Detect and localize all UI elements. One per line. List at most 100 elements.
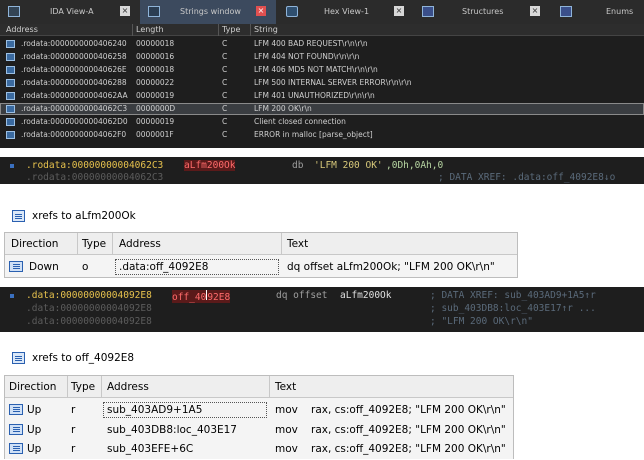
string-row[interactable]: .rodata:0000000000406288 00000022 C LFM … [0, 77, 644, 89]
column-divider[interactable] [101, 376, 102, 398]
column-divider[interactable] [281, 233, 282, 255]
asm-line[interactable]: .data:00000000004092E8 ; "LFM 200 OK\r\n… [0, 316, 644, 327]
asm-line[interactable]: .data:00000000004092E8 off_4092E8 dq off… [0, 290, 644, 301]
column-type[interactable]: Type [71, 381, 95, 393]
asm-label-part: off_40 [172, 292, 206, 303]
tab-hex-view-1[interactable]: Hex View-1 × [282, 0, 412, 24]
string-row[interactable]: .rodata:00000000004062D0 00000019 C Clie… [0, 116, 644, 128]
asm-comment: ; sub_403DB8:loc_403E17↑r ... [430, 303, 596, 314]
xref-row[interactable]: Down o .data:off_4092E8 dq offset aLfm20… [5, 257, 517, 277]
column-divider[interactable] [132, 24, 133, 36]
xref-row[interactable]: Up r sub_403AD9+1A5 mov rax, cs:off_4092… [5, 400, 513, 420]
xrefs-icon [12, 210, 25, 222]
asm-address: .data:00000000004092E8 [26, 316, 152, 327]
string-length: 00000019 [136, 117, 174, 126]
string-value: LFM 500 INTERNAL SERVER ERROR\r\n\r\n [254, 78, 412, 87]
tab-enums[interactable]: Enums [556, 0, 644, 24]
asm-line[interactable]: .rodata:00000000004062C3 ; DATA XREF: .d… [0, 172, 644, 183]
structures-icon [422, 6, 434, 17]
string-length: 0000001F [136, 130, 174, 139]
asm-label[interactable]: aLfm200Ok [184, 160, 235, 171]
asm-line[interactable]: .rodata:00000000004062C3 aLfm200Ok db 'L… [0, 160, 644, 171]
column-address[interactable]: Address [6, 25, 38, 34]
column-direction[interactable]: Direction [11, 238, 58, 250]
disassembly-view-1: .rodata:00000000004062C3 aLfm200Ok db 'L… [0, 157, 644, 184]
xref-direction: Up [27, 443, 41, 455]
asm-operand-target[interactable]: aLfm200Ok [340, 290, 391, 301]
column-address[interactable]: Address [119, 238, 161, 250]
xref-row[interactable]: Up r sub_403DB8:loc_403E17 mov rax, cs:o… [5, 420, 513, 440]
tab-label: IDA View-A [50, 7, 94, 16]
string-type: C [222, 104, 227, 113]
asm-address: .rodata:00000000004062C3 [26, 172, 163, 183]
string-length: 00000019 [136, 91, 174, 100]
column-text[interactable]: Text [287, 238, 308, 250]
string-value: LFM 401 UNAUTHORIZED\r\n\r\n [254, 91, 375, 100]
tab-ida-view-a[interactable]: IDA View-A × [0, 0, 140, 24]
asm-string-literal: 'LFM 200 OK' [314, 160, 383, 171]
close-icon[interactable]: × [530, 6, 540, 16]
string-value: LFM 404 NOT FOUND\r\n\r\n [254, 52, 359, 61]
column-divider[interactable] [250, 24, 251, 36]
string-address: .rodata:00000000004062C3 [21, 104, 127, 113]
xrefs-dialog-2: xrefs to off_4092E8 Direction Type Addre… [0, 344, 514, 460]
string-row[interactable]: .rodata:000000000040626E 00000018 C LFM … [0, 64, 644, 76]
string-address: .rodata:0000000000406240 [21, 39, 127, 48]
tab-structures[interactable]: Structures × [420, 0, 552, 24]
strings-window: IDA View-A × Strings window × Hex View-1… [0, 0, 644, 148]
column-type[interactable]: Type [222, 25, 240, 34]
xref-row[interactable]: Up r sub_403EFE+6C mov rax, cs:off_4092E… [5, 439, 513, 459]
xref-row-icon [9, 424, 23, 435]
tab-label: Strings window [180, 7, 241, 16]
column-divider[interactable] [218, 24, 219, 36]
asm-comment: ; DATA XREF: .data:off_4092E8↓o [438, 172, 615, 183]
close-icon[interactable]: × [256, 6, 266, 16]
string-row[interactable]: .rodata:0000000000406240 00000018 C LFM … [0, 38, 644, 50]
column-type[interactable]: Type [82, 238, 106, 250]
string-value: Client closed connection [254, 117, 346, 126]
string-address: .rodata:00000000004062F0 [21, 130, 126, 139]
string-type: C [222, 65, 227, 74]
asm-line[interactable]: .data:00000000004092E8 ; sub_403DB8:loc_… [0, 303, 644, 314]
xref-text: dq offset aLfm200Ok; "LFM 200 OK\r\n" [287, 261, 495, 273]
column-divider[interactable] [67, 376, 68, 398]
xref-type: o [82, 261, 88, 273]
asm-label[interactable]: off_4092E8 [172, 290, 230, 303]
xref-address: sub_403DB8:loc_403E17 [107, 424, 237, 436]
xref-address: sub_403EFE+6C [107, 443, 193, 455]
close-icon[interactable]: × [120, 6, 130, 16]
string-type: C [222, 91, 227, 100]
xref-row-icon [9, 404, 23, 415]
string-type: C [222, 117, 227, 126]
column-length[interactable]: Length [136, 25, 164, 34]
asm-operands: ,0Dh,0Ah,0 [386, 160, 443, 171]
string-value: LFM 406 MD5 NOT MATCH\r\n\r\n [254, 65, 378, 74]
string-row[interactable]: .rodata:00000000004062AA 00000019 C LFM … [0, 90, 644, 102]
column-divider[interactable] [269, 376, 270, 398]
asm-directive: db [292, 160, 303, 171]
column-string[interactable]: String [254, 25, 278, 34]
column-text[interactable]: Text [275, 381, 296, 393]
tab-strings-window[interactable]: Strings window × [140, 0, 276, 24]
asm-address: .data:00000000004092E8 [26, 303, 152, 314]
string-address: .rodata:0000000000406288 [21, 78, 127, 87]
string-icon [6, 105, 15, 113]
asm-address: .data:00000000004092E8 [26, 290, 152, 301]
xref-operands: rax, cs:off_4092E8; "LFM 200 OK\r\n" [311, 443, 506, 455]
string-row[interactable]: .rodata:00000000004062F0 0000001F C ERRO… [0, 129, 644, 141]
xref-mnemonic: mov [275, 443, 298, 455]
column-direction[interactable]: Direction [9, 381, 56, 393]
strings-icon [148, 6, 160, 17]
string-address: .rodata:00000000004062D0 [21, 117, 128, 126]
string-row-selected[interactable]: .rodata:00000000004062C3 0000000D C LFM … [0, 103, 644, 115]
close-icon[interactable]: × [394, 6, 404, 16]
column-divider[interactable] [77, 233, 78, 255]
enums-icon [560, 6, 572, 17]
column-divider[interactable] [112, 233, 113, 255]
xref-direction: Up [27, 424, 41, 436]
string-icon [6, 118, 15, 126]
string-row[interactable]: .rodata:0000000000406258 00000016 C LFM … [0, 51, 644, 63]
column-address[interactable]: Address [107, 381, 149, 393]
asm-comment: ; "LFM 200 OK\r\n" [430, 316, 533, 327]
xref-direction: Down [29, 261, 59, 273]
